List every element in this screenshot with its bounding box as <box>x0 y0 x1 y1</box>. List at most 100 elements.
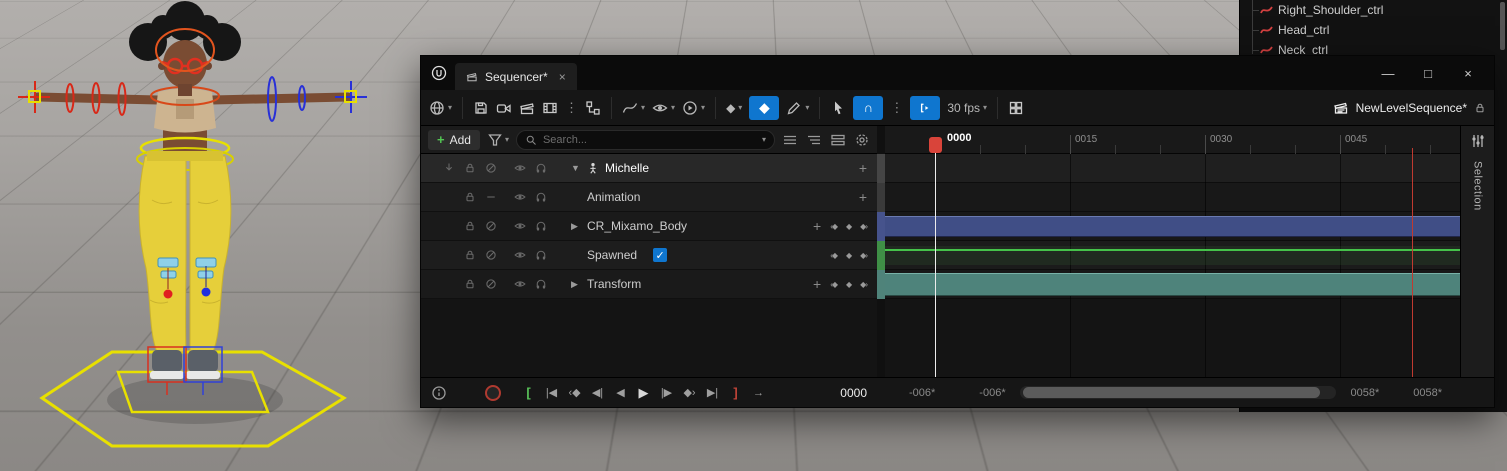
spawned-checkbox[interactable]: ✓ <box>653 248 668 262</box>
section-bar-transform[interactable] <box>885 273 1460 296</box>
step-forward-button[interactable]: |▶ <box>655 386 678 399</box>
headphones-icon[interactable] <box>535 220 547 232</box>
lock-icon[interactable] <box>464 220 476 232</box>
range-snap-button[interactable] <box>910 95 941 120</box>
minimize-button[interactable]: — <box>1368 66 1408 81</box>
add-key-icon[interactable]: ◆ <box>846 251 852 260</box>
group-tracks-icon[interactable] <box>830 132 846 148</box>
collapse-tracks-icon[interactable] <box>782 132 798 148</box>
close-button[interactable]: × <box>1448 66 1488 81</box>
view-range-end-field[interactable]: 0058* <box>1413 387 1442 399</box>
playhead-marker[interactable] <box>929 137 942 153</box>
step-back-button[interactable]: ◀| <box>586 386 609 399</box>
outliner-item[interactable]: Head_ctrl <box>1240 20 1507 40</box>
section-line-spawned[interactable] <box>885 249 1460 251</box>
track-row-transform[interactable]: ▶ Transform + ‹◆ ◆ ◆› <box>421 270 877 299</box>
outliner-scrollbar[interactable] <box>1500 2 1505 50</box>
lock-icon[interactable] <box>464 162 476 174</box>
curve-editor-button[interactable]: ▾ <box>622 100 645 116</box>
lock-icon[interactable] <box>464 191 476 203</box>
expander-icon[interactable]: ▶ <box>571 279 587 290</box>
tab-selection[interactable]: Selection <box>1472 161 1484 211</box>
lock-icon[interactable] <box>1474 102 1486 114</box>
title-bar[interactable]: Sequencer* × — □ × <box>421 56 1494 90</box>
add-section-icon[interactable]: + <box>859 160 867 176</box>
mute-icon[interactable] <box>485 162 497 174</box>
section-bar-cr-mixamo-body[interactable] <box>885 216 1460 237</box>
lock-icon[interactable] <box>464 278 476 290</box>
lock-icon[interactable] <box>464 249 476 261</box>
eye-icon[interactable] <box>514 162 526 174</box>
playback-range-end-marker[interactable] <box>1412 148 1413 377</box>
add-section-icon[interactable]: + <box>813 218 821 234</box>
add-key-icon[interactable]: ◆ <box>846 280 852 289</box>
filter-button[interactable]: ▾ <box>487 132 509 148</box>
render-movie-icon[interactable] <box>542 100 558 116</box>
hierarchy-icon[interactable] <box>585 100 601 116</box>
add-key-icon[interactable]: ◆ <box>846 222 852 231</box>
prev-key-icon[interactable]: ‹◆ <box>830 222 838 231</box>
expander-icon[interactable]: ▶ <box>571 221 587 232</box>
sequence-breadcrumb[interactable]: NewLevelSequence* <box>1333 100 1486 116</box>
mute-icon[interactable] <box>485 220 497 232</box>
playback-options-button[interactable]: ▾ <box>682 100 705 116</box>
camera-icon[interactable] <box>496 100 512 116</box>
thumbnail-grid-icon[interactable] <box>1008 100 1024 116</box>
next-key-icon[interactable]: ◆› <box>860 251 868 260</box>
set-range-end-button[interactable]: ] <box>724 385 747 400</box>
eye-icon[interactable] <box>514 249 526 261</box>
expand-tracks-icon[interactable] <box>806 132 822 148</box>
track-row-spawned[interactable]: Spawned ✓ ‹◆ ◆ ◆› <box>421 241 877 270</box>
edit-options-button[interactable]: ▾ <box>786 100 809 116</box>
next-key-button[interactable]: ◆› <box>678 386 701 399</box>
caret-icon[interactable]: ▾ <box>762 135 766 144</box>
tab-close-icon[interactable]: × <box>559 70 566 84</box>
prev-key-button[interactable]: ‹◆ <box>563 386 586 399</box>
play-reverse-button[interactable]: ◀ <box>609 386 632 399</box>
working-range-end-field[interactable]: 0058* <box>1350 387 1379 399</box>
view-range-start-field[interactable]: -006* <box>909 387 935 399</box>
next-key-icon[interactable]: ◆› <box>860 280 868 289</box>
search-input[interactable] <box>542 133 756 146</box>
clapper-icon[interactable] <box>519 100 535 116</box>
play-button[interactable]: ▶ <box>632 385 655 401</box>
sliders-icon[interactable] <box>1470 133 1486 149</box>
headphones-icon[interactable] <box>535 191 547 203</box>
track-row-michelle[interactable]: ▼ Michelle + <box>421 154 877 183</box>
current-frame-field[interactable]: 0000 <box>840 386 885 400</box>
snap-magnet-button[interactable]: ∩ <box>853 95 884 120</box>
set-range-start-button[interactable]: [ <box>517 385 540 400</box>
track-row-animation[interactable]: Animation + <box>421 183 877 212</box>
prev-key-icon[interactable]: ‹◆ <box>830 251 838 260</box>
gear-icon[interactable] <box>854 132 870 148</box>
snap-options-icon[interactable]: ⋮ <box>890 100 903 116</box>
eye-icon[interactable] <box>514 278 526 290</box>
add-section-icon[interactable]: + <box>859 189 867 205</box>
pin-down-icon[interactable] <box>443 162 455 174</box>
headphones-icon[interactable] <box>535 278 547 290</box>
eye-icon[interactable] <box>514 220 526 232</box>
next-key-icon[interactable]: ◆› <box>860 222 868 231</box>
maximize-button[interactable]: □ <box>1408 66 1448 81</box>
cursor-icon[interactable] <box>830 100 846 116</box>
headphones-icon[interactable] <box>535 249 547 261</box>
timeline-scrollbar-thumb[interactable] <box>1022 387 1321 398</box>
add-section-icon[interactable]: + <box>813 276 821 292</box>
info-icon[interactable] <box>431 385 447 401</box>
track-row-cr-mixamo-body[interactable]: ▶ CR_Mixamo_Body + ‹◆ ◆ ◆› <box>421 212 877 241</box>
world-button[interactable]: ▾ <box>429 100 452 116</box>
mute-icon[interactable] <box>485 278 497 290</box>
timeline-scrollbar[interactable] <box>1019 386 1337 399</box>
save-icon[interactable] <box>473 100 489 116</box>
search-box[interactable]: ▾ <box>515 129 775 150</box>
mute-icon[interactable] <box>485 249 497 261</box>
auto-key-button[interactable]: ◆ <box>749 95 780 120</box>
record-button[interactable] <box>485 384 501 401</box>
view-options-button[interactable]: ▾ <box>652 100 675 116</box>
to-end-button[interactable]: ▶| <box>701 386 724 399</box>
eye-icon[interactable] <box>514 191 526 203</box>
to-start-button[interactable]: |◀ <box>540 386 563 399</box>
character-michelle[interactable] <box>0 0 420 471</box>
headphones-icon[interactable] <box>535 162 547 174</box>
jump-button[interactable]: → <box>747 387 770 399</box>
